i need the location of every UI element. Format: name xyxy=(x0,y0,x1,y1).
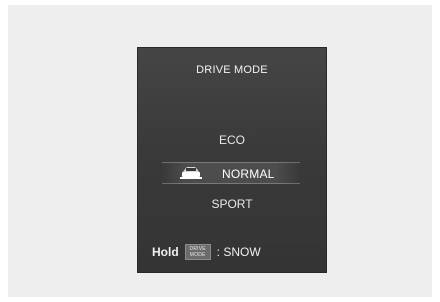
mode-option-eco[interactable]: ECO xyxy=(138,133,326,147)
screen-title: DRIVE MODE xyxy=(196,64,268,76)
snow-action-label: : SNOW xyxy=(216,245,261,259)
drive-mode-button-icon: DRIVE MODE xyxy=(184,244,211,260)
car-icon xyxy=(180,167,202,179)
drive-mode-screen: DRIVE MODE ECO NORMAL SPORT Hold DRIVE M… xyxy=(137,47,327,273)
mode-option-normal-selected[interactable]: NORMAL xyxy=(162,162,300,184)
hold-hint: Hold DRIVE MODE : SNOW xyxy=(152,244,261,260)
hold-label: Hold xyxy=(152,245,179,259)
drive-mode-button-line-2: MODE xyxy=(189,252,206,258)
mode-option-sport[interactable]: SPORT xyxy=(138,197,326,211)
image-frame: DRIVE MODE ECO NORMAL SPORT Hold DRIVE M… xyxy=(8,5,432,297)
mode-option-normal-label: NORMAL xyxy=(222,167,275,181)
